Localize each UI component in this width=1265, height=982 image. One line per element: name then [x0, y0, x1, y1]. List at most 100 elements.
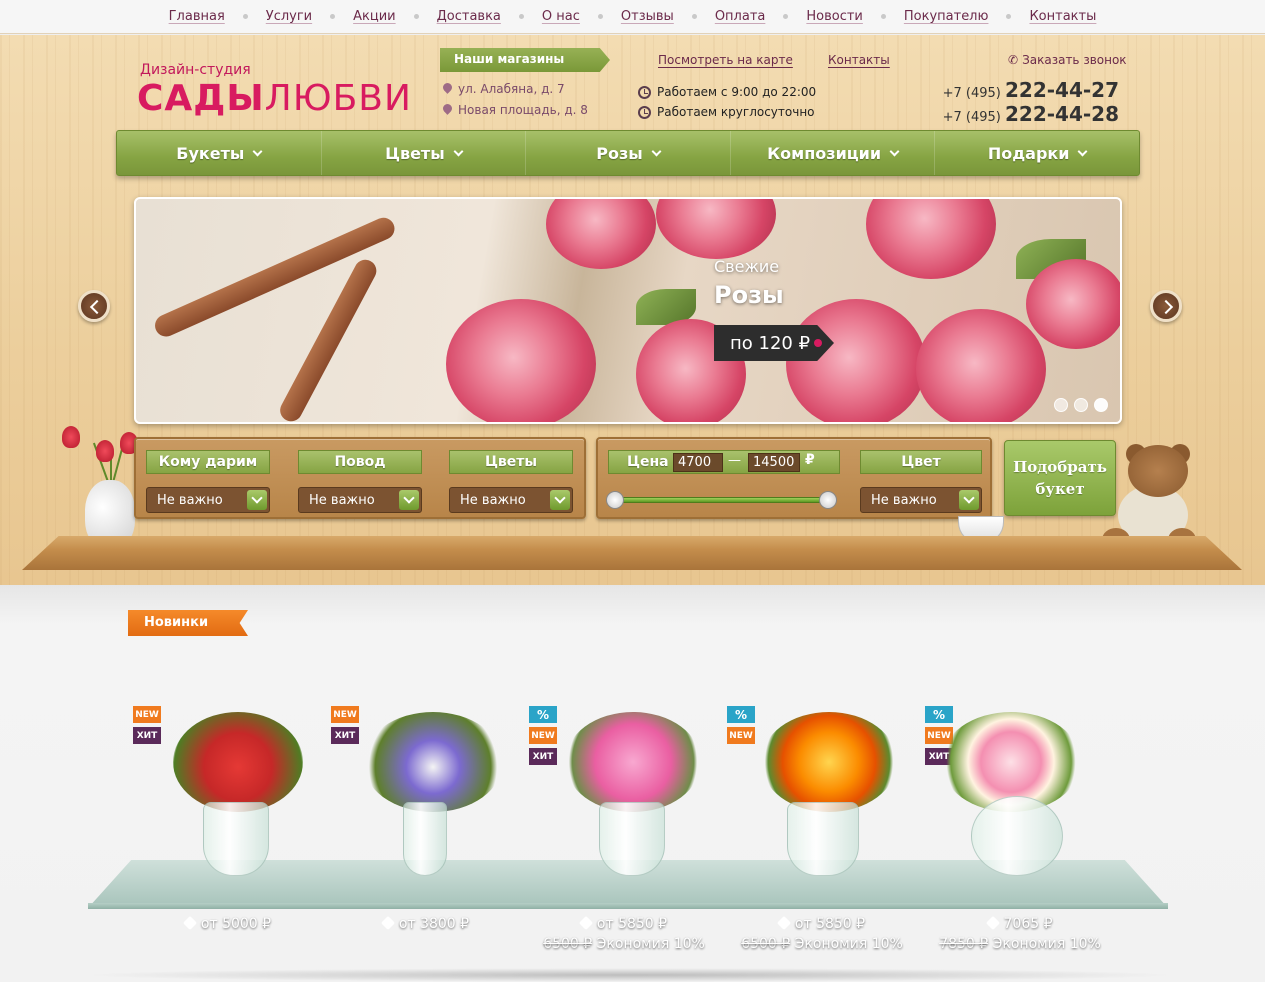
- badge-hit: ХИТ: [133, 727, 161, 744]
- product-image[interactable]: [761, 712, 897, 812]
- product-price: от 5850 ₽: [727, 915, 917, 932]
- callback-text: Заказать звонок: [1022, 53, 1127, 67]
- filter-label-whom: Кому дарим: [146, 450, 270, 474]
- tag-hole-icon: [814, 339, 822, 347]
- badge-new: NEW: [727, 727, 755, 744]
- menu-item-compositions[interactable]: Композиции: [731, 131, 936, 175]
- pick-bouquet-button[interactable]: Подобрать букет: [1004, 440, 1116, 516]
- slider-dot[interactable]: [1054, 398, 1068, 412]
- view-map-link[interactable]: Посмотреть на карте: [658, 53, 793, 67]
- slide-subtitle: Свежие: [714, 257, 780, 276]
- phone-number-2[interactable]: +7 (495) 222-44-28: [943, 102, 1119, 126]
- product-vase: [203, 802, 269, 876]
- menu-item-flowers[interactable]: Цветы: [322, 131, 527, 175]
- product-old-price: 6500 ₽ Экономия 10%: [529, 936, 719, 952]
- callback-link[interactable]: ✆ Заказать звонок: [1008, 53, 1127, 67]
- product-card[interactable]: % NEW от 5850 ₽ 6500 ₽ Экономия 10%: [727, 700, 917, 960]
- price-tag-icon: [380, 915, 395, 931]
- top-navigation: Главная Услуги Акции Доставка О нас Отзы…: [0, 0, 1265, 34]
- rose-flower: [866, 199, 996, 279]
- logo-part-1: САДЫ: [137, 78, 265, 119]
- nav-separator: [413, 14, 419, 19]
- product-vase: [599, 802, 665, 876]
- slider-next-arrow-icon[interactable]: [1150, 290, 1182, 322]
- price-max-input[interactable]: 14500: [748, 453, 800, 472]
- product-image[interactable]: [363, 712, 503, 812]
- slide-price-tag[interactable]: по 120 ₽: [714, 325, 834, 361]
- nav-link-delivery[interactable]: Доставка: [437, 9, 501, 24]
- slider-dot[interactable]: [1074, 398, 1088, 412]
- filter-label-flowers: Цветы: [449, 450, 573, 474]
- price-tag-icon: [182, 915, 197, 931]
- product-price: от 3800 ₽: [331, 915, 521, 932]
- contacts-link[interactable]: Контакты: [828, 53, 890, 67]
- slide-price: по 120 ₽: [730, 332, 811, 354]
- logo-subtitle[interactable]: Дизайн-студия: [140, 62, 251, 78]
- select-flowers[interactable]: Не важно: [449, 487, 573, 513]
- menu-item-bouquets[interactable]: Букеты: [117, 131, 322, 175]
- product-card[interactable]: NEW ХИТ от 5000 ₽: [133, 700, 323, 960]
- product-image[interactable]: [173, 712, 303, 812]
- nav-link-customer[interactable]: Покупателю: [904, 9, 989, 24]
- menu-label: Композиции: [767, 143, 882, 163]
- badge-hit: ХИТ: [331, 727, 359, 744]
- chevron-down-icon: [550, 490, 570, 510]
- nav-link-contacts[interactable]: Контакты: [1029, 9, 1096, 24]
- nav-link-promo[interactable]: Акции: [353, 9, 396, 24]
- price-range-max-handle[interactable]: [819, 491, 837, 509]
- product-old-price: 7850 ₽ Экономия 10%: [925, 936, 1115, 952]
- nav-link-services[interactable]: Услуги: [266, 9, 312, 24]
- old-price-value: 6500 ₽: [543, 936, 593, 952]
- filter-label-color: Цвет: [860, 450, 982, 474]
- store-hours-1: Работаем с 9:00 до 22:00: [638, 85, 816, 99]
- product-image[interactable]: [565, 712, 701, 812]
- nav-link-reviews[interactable]: Отзывы: [621, 9, 674, 24]
- rose-flower: [1026, 259, 1120, 349]
- price-min-input[interactable]: 4700: [673, 453, 723, 472]
- nav-link-home[interactable]: Главная: [169, 9, 225, 24]
- menu-label: Букеты: [176, 143, 245, 163]
- product-card[interactable]: NEW ХИТ от 3800 ₽: [331, 700, 521, 960]
- rose-flower: [446, 299, 596, 422]
- menu-label: Розы: [596, 143, 643, 163]
- price-range-track[interactable]: [614, 497, 828, 503]
- product-price: от 5000 ₽: [133, 915, 323, 932]
- select-color[interactable]: Не важно: [860, 487, 982, 513]
- map-pin-icon: [443, 104, 452, 116]
- menu-item-roses[interactable]: Розы: [526, 131, 731, 175]
- chevron-down-icon: [399, 490, 419, 510]
- product-vase: [971, 796, 1063, 876]
- slider-dot-active[interactable]: [1094, 398, 1108, 412]
- store-address-1[interactable]: ул. Алабяна, д. 7: [443, 82, 565, 96]
- badge-new: NEW: [331, 706, 359, 723]
- phone-number-1[interactable]: +7 (495) 222-44-27: [943, 78, 1119, 102]
- old-price-value: 6500 ₽: [741, 936, 791, 952]
- hours-text: Работаем с 9:00 до 22:00: [657, 85, 817, 99]
- chevron-down-icon: [651, 146, 662, 156]
- select-occasion[interactable]: Не важно: [298, 487, 422, 513]
- hero-slider[interactable]: Свежие Розы по 120 ₽: [134, 197, 1122, 424]
- price-text: от 5850 ₽: [794, 916, 866, 932]
- nav-separator: [880, 14, 886, 19]
- slide-title: Розы: [714, 281, 784, 309]
- map-pin-icon: [443, 83, 452, 95]
- phone-digits: 222-44-27: [1004, 78, 1119, 102]
- store-address-2[interactable]: Новая площадь, д. 8: [443, 103, 588, 117]
- price-range-min-handle[interactable]: [606, 491, 624, 509]
- nav-separator: [783, 14, 789, 19]
- nav-link-news[interactable]: Новости: [806, 9, 863, 24]
- menu-item-gifts[interactable]: Подарки: [935, 131, 1139, 175]
- savings-text: Экономия 10%: [794, 936, 903, 952]
- menu-label: Цветы: [385, 143, 445, 163]
- address-text: ул. Алабяна, д. 7: [458, 82, 565, 96]
- select-whom[interactable]: Не важно: [146, 487, 270, 513]
- nav-link-payment[interactable]: Оплата: [715, 9, 766, 24]
- logo-part-2: ЛЮБВИ: [264, 78, 412, 119]
- chevron-down-icon: [453, 146, 464, 156]
- product-card[interactable]: % NEW ХИТ 7065 ₽ 7850 ₽ Экономия 10%: [925, 700, 1115, 960]
- product-card[interactable]: % NEW ХИТ от 5850 ₽ 6500 ₽ Экономия 10%: [529, 700, 719, 960]
- logo[interactable]: САДЫЛЮБВИ: [137, 78, 412, 119]
- nav-link-about[interactable]: О нас: [542, 9, 580, 24]
- chevron-down-icon: [252, 146, 263, 156]
- slider-prev-arrow-icon[interactable]: [78, 290, 110, 322]
